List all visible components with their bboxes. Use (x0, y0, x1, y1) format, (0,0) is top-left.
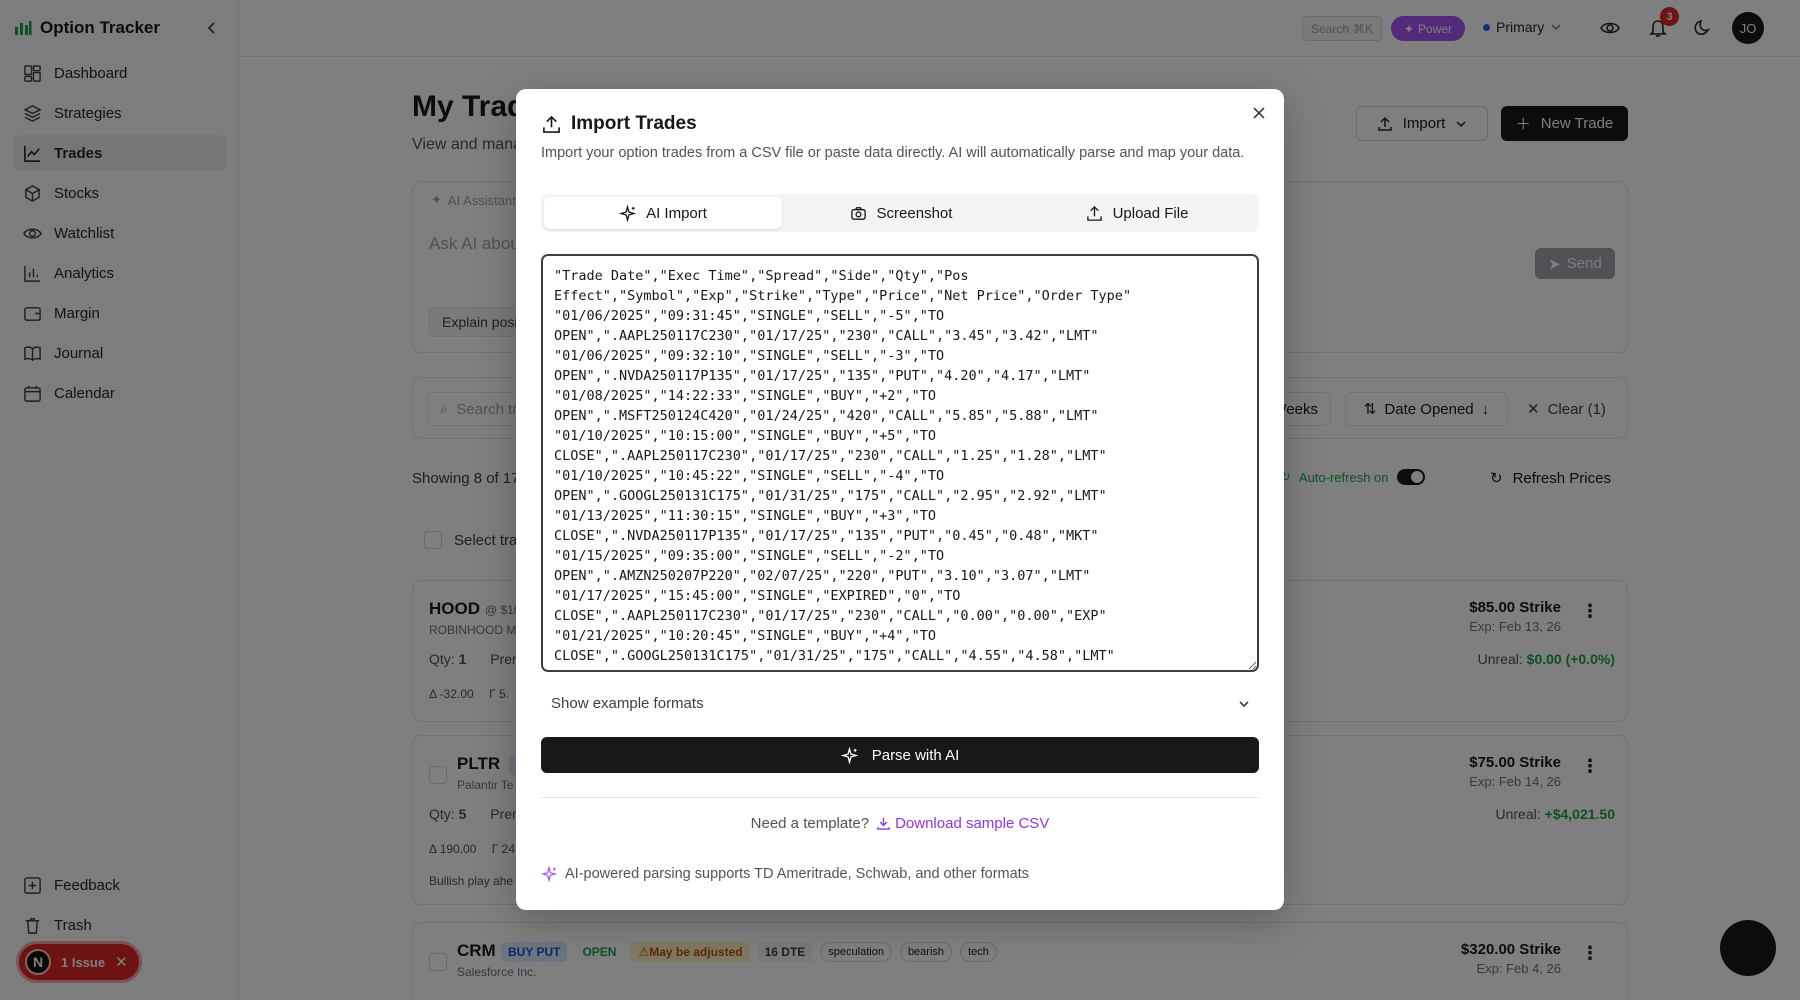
csv-line: CLOSE",".AAPL250117C230","01/17/25","230… (554, 448, 1107, 464)
csv-line: CLOSE",".AAPL250117C230","01/17/25","230… (554, 608, 1107, 624)
chevron-down-icon (1237, 697, 1251, 711)
examples-label: Show example formats (551, 695, 704, 712)
csv-line: "01/10/2025","10:15:00","SINGLE","BUY","… (554, 428, 937, 444)
csv-line: CLOSE",".NVDA250117P135","01/17/25","135… (554, 528, 1099, 544)
csv-line: "01/13/2025","11:30:15","SINGLE","BUY","… (554, 508, 937, 524)
show-example-formats[interactable]: Show example formats (551, 695, 1251, 712)
modal-title: Import Trades (542, 113, 697, 135)
close-icon[interactable] (1252, 106, 1266, 120)
template-prompt: Need a template? (750, 815, 870, 832)
csv-line: "Trade Date","Exec Time","Spread","Side"… (554, 268, 969, 284)
tab-screenshot[interactable]: Screenshot (782, 197, 1020, 229)
modal-title-text: Import Trades (571, 113, 697, 134)
csv-line: "01/10/2025","10:45:22","SINGLE","SELL",… (554, 468, 945, 484)
csv-line: OPEN",".AAPL250117C230","01/17/25","230"… (554, 328, 1099, 344)
footnote-text: AI-powered parsing supports TD Ameritrad… (565, 866, 1029, 882)
csv-line: CLOSE",".GOOGL250131C175","01/31/25","17… (554, 648, 1115, 664)
tab-ai-import[interactable]: AI Import (544, 197, 782, 229)
download-sample-csv-link[interactable]: Download sample CSV (877, 815, 1049, 832)
template-row: Need a template? Download sample CSV (541, 815, 1259, 832)
csv-line: "01/06/2025","09:31:45","SINGLE","SELL",… (554, 308, 945, 324)
download-label: Download sample CSV (895, 815, 1050, 832)
csv-data-textarea[interactable]: "Trade Date","Exec Time","Spread","Side"… (541, 254, 1259, 672)
parse-label: Parse with AI (871, 746, 960, 764)
csv-line: Effect","Symbol","Exp","Strike","Type","… (554, 288, 1132, 304)
sparkles-icon (619, 204, 637, 222)
csv-line: OPEN",".AMZN250207P220","02/07/25","220"… (554, 568, 1091, 584)
download-icon (877, 817, 890, 830)
tab-upload-file[interactable]: Upload File (1018, 197, 1256, 229)
ai-footnote: AI-powered parsing supports TD Ameritrad… (541, 866, 1029, 882)
csv-line: OPEN",".NVDA250117P135","01/17/25","135"… (554, 368, 1091, 384)
sparkles-icon (840, 746, 858, 764)
tab-label: Screenshot (876, 204, 953, 222)
import-mode-tabs: AI Import Screenshot Upload File (541, 194, 1259, 232)
parse-with-ai-button[interactable]: Parse with AI (541, 737, 1259, 773)
sparkles-icon (541, 866, 557, 882)
tab-label: AI Import (646, 204, 707, 222)
camera-icon (850, 205, 867, 222)
resize-handle-icon[interactable] (1248, 661, 1257, 670)
tab-label: Upload File (1112, 204, 1189, 222)
csv-line: OPEN",".MSFT250124C420","01/24/25","420"… (554, 408, 1099, 424)
modal-description: Import your option trades from a CSV fil… (541, 145, 1245, 161)
csv-line: "01/15/2025","09:35:00","SINGLE","SELL",… (554, 548, 945, 564)
upload-icon (1086, 205, 1103, 222)
csv-line: "01/08/2025","14:22:33","SINGLE","BUY","… (554, 388, 937, 404)
divider (541, 797, 1259, 798)
csv-line: "01/06/2025","09:32:10","SINGLE","SELL",… (554, 348, 945, 364)
csv-line: "01/17/2025","15:45:00","SINGLE","EXPIRE… (554, 588, 961, 604)
csv-line: "01/21/2025","10:20:45","SINGLE","BUY","… (554, 628, 937, 644)
csv-line: OPEN",".GOOGL250131C175","01/31/25","175… (554, 488, 1107, 504)
upload-icon (542, 115, 561, 134)
